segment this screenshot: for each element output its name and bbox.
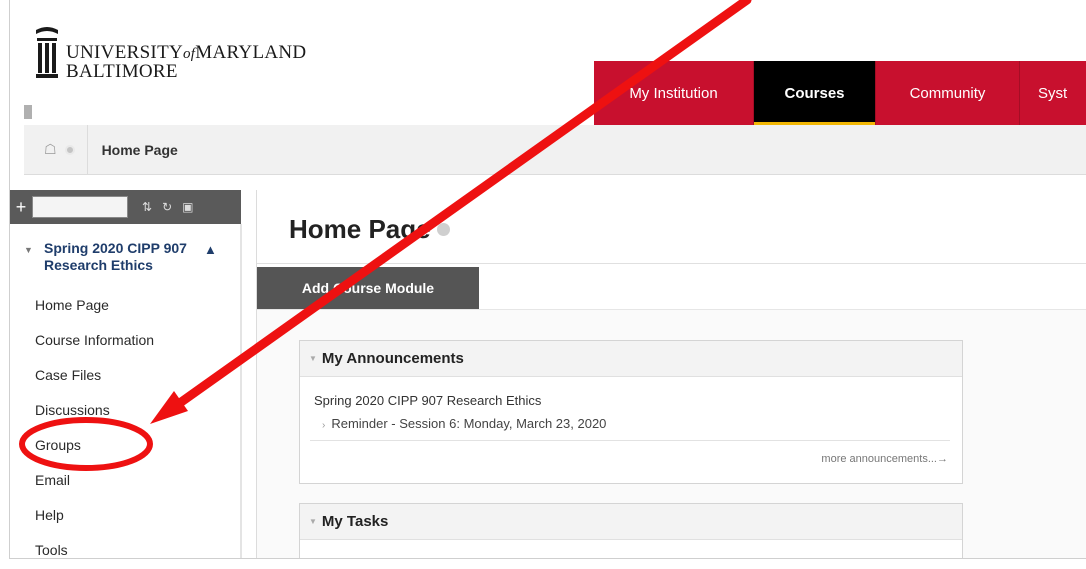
breadcrumb-divider [86,124,88,175]
menu-item-email[interactable]: Email [35,463,154,498]
course-menu-toolbar: + ⇅ ↻ ▣ [10,190,241,224]
logo-text: UNIVERSITYofMARYLAND BALTIMORE [66,42,307,82]
reorder-icon[interactable]: ⇅ [142,200,152,214]
browser-frame: UNIVERSITYofMARYLAND BALTIMORE My Instit… [9,0,1086,559]
page-title: Home Page [289,214,450,245]
breadcrumb: ☖ Home Page [24,124,1086,175]
menu-item-home-page[interactable]: Home Page [35,288,154,323]
title-divider [257,263,1086,264]
collapse-triangle-icon[interactable]: ▼ [309,517,317,526]
add-course-module-button[interactable]: Add Course Module [257,267,479,309]
course-menu: + ⇅ ↻ ▣ ▼ Spring 2020 CIPP 907 Research … [10,190,242,558]
logo-word-maryland: MARYLAND [195,42,307,63]
menu-item-groups[interactable]: Groups [35,428,154,463]
tab-community[interactable]: Community [876,61,1020,125]
course-title[interactable]: Spring 2020 CIPP 907 Research Ethics [44,240,194,274]
university-logo[interactable]: UNIVERSITYofMARYLAND BALTIMORE [34,24,306,84]
announcements-header[interactable]: ▼ My Announcements [300,341,962,377]
menu-item-discussions[interactable]: Discussions [35,393,154,428]
tab-system-admin[interactable]: Syst [1020,61,1086,125]
tasks-title: My Tasks [321,513,389,530]
menu-search-field[interactable] [32,196,128,218]
menu-item-course-information[interactable]: Course Information [35,323,154,358]
logo-word-of: of [183,46,196,62]
announcement-course: Spring 2020 CIPP 907 Research Ethics [314,393,542,408]
menu-item-case-files[interactable]: Case Files [35,358,154,393]
chevron-right-icon: › [322,420,326,431]
top-nav-tabs: My Institution Courses Community Syst [594,61,1086,125]
page-options-icon[interactable] [436,223,450,236]
menu-divider [240,224,242,558]
announcement-item-text[interactable]: Reminder - Session 6: Monday, March 23, … [331,416,606,431]
collapsed-panel-handle[interactable] [24,105,32,119]
collapse-triangle-icon[interactable]: ▼ [24,245,33,255]
announcements-module: ▼ My Announcements Spring 2020 CIPP 907 … [299,340,963,484]
tasks-module: ▼ My Tasks [299,503,963,558]
tab-my-institution[interactable]: My Institution [594,61,754,125]
logo-word-baltimore: BALTIMORE [66,61,178,82]
course-home-icon[interactable]: ▲ [204,242,217,257]
page-title-text: Home Page [289,214,431,244]
folder-view-icon[interactable]: ▣ [182,200,193,214]
logo-word-university: UNIVERSITY [66,42,183,63]
collapse-triangle-icon[interactable]: ▼ [309,354,317,363]
modules-area: ▼ My Announcements Spring 2020 CIPP 907 … [257,309,1086,558]
more-announcements-link[interactable]: more announcements...→ [821,453,948,465]
menu-item-tools[interactable]: Tools [35,533,154,558]
content-main: Home Page Add Course Module ▼ My Announc… [256,190,1086,558]
tasks-header[interactable]: ▼ My Tasks [300,504,962,540]
breadcrumb-current: Home Page [101,141,178,158]
site-header: UNIVERSITYofMARYLAND BALTIMORE My Instit… [10,0,1086,125]
logo-mark-icon [34,24,60,82]
announcement-divider [310,440,950,441]
home-icon[interactable]: ☖ [44,141,57,158]
menu-item-help[interactable]: Help [35,498,154,533]
refresh-icon[interactable]: ↻ [162,200,172,214]
add-menu-item-icon[interactable]: + [10,197,32,218]
tab-courses[interactable]: Courses [754,61,876,125]
course-menu-list: Home Page Course Information Case Files … [35,288,154,558]
breadcrumb-menu-icon[interactable] [64,144,75,155]
announcement-item[interactable]: › Reminder - Session 6: Monday, March 23,… [322,416,606,431]
announcements-title: My Announcements [321,350,464,367]
